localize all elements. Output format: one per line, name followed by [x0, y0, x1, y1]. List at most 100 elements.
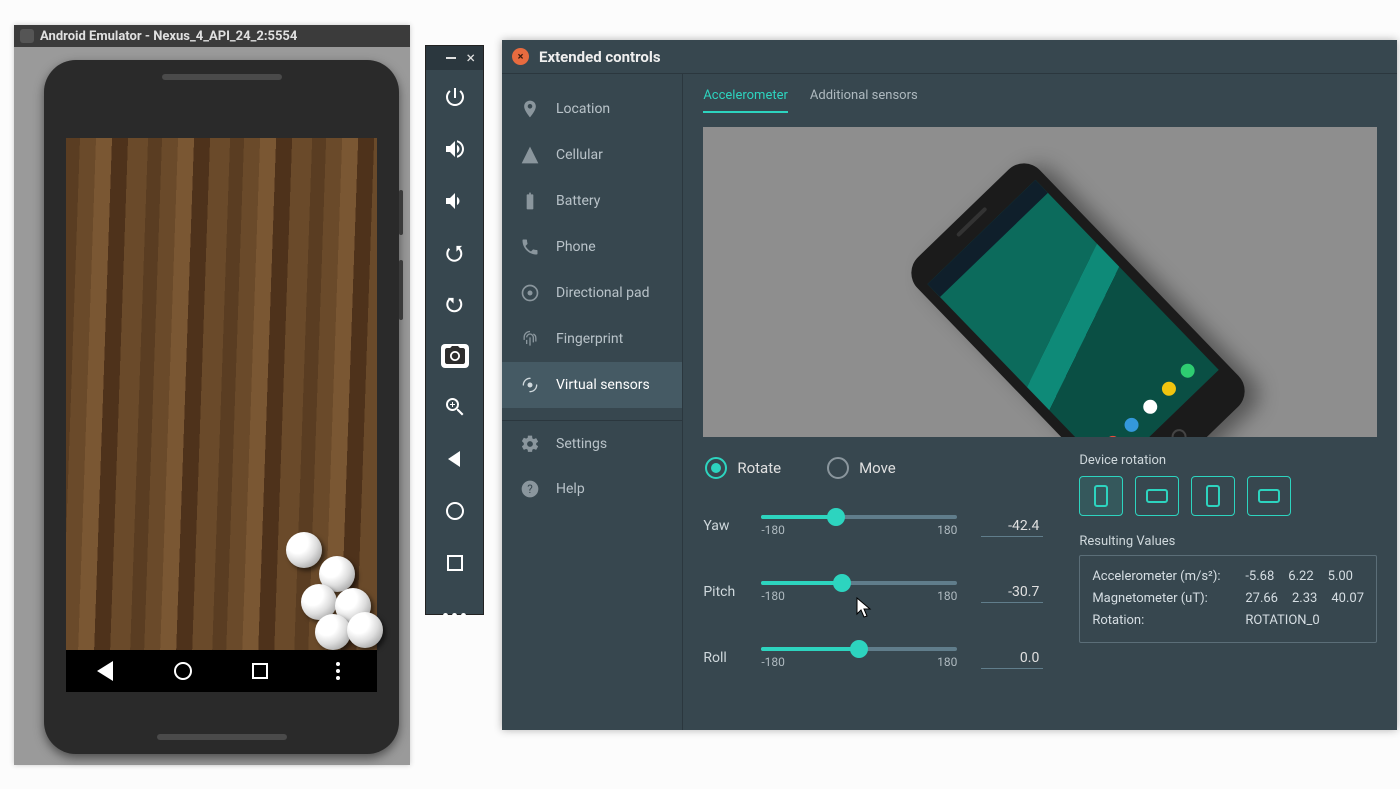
- mode-move-radio[interactable]: Move: [827, 457, 896, 479]
- roll-slider: Roll -180 180 0.0: [703, 625, 1043, 691]
- slider-max: 180: [937, 655, 957, 669]
- slider-min: -180: [761, 655, 785, 669]
- close-button[interactable]: ×: [466, 50, 475, 66]
- slider-max: 180: [937, 589, 957, 603]
- back-icon[interactable]: [442, 446, 468, 472]
- nav-label: Phone: [556, 239, 596, 255]
- screenshot-icon[interactable]: [441, 344, 469, 368]
- nav-home-button[interactable]: [173, 661, 193, 681]
- device-rotation-label: Device rotation: [1079, 453, 1377, 468]
- pitch-track[interactable]: [761, 581, 957, 585]
- location-icon: [520, 99, 540, 119]
- extended-title: Extended controls: [539, 48, 661, 66]
- nav-label: Battery: [556, 193, 600, 209]
- mag-y: 2.33: [1292, 588, 1317, 610]
- yaw-track[interactable]: [761, 515, 957, 519]
- yaw-slider: Yaw -180 180 -42.4: [703, 493, 1043, 559]
- sensors-icon: [520, 375, 540, 395]
- tab-additional-sensors[interactable]: Additional sensors: [810, 88, 918, 113]
- device-screen[interactable]: [66, 138, 377, 692]
- rotate-left-icon[interactable]: [442, 240, 468, 266]
- rot-value: ROTATION_0: [1245, 610, 1319, 632]
- settings-icon: [520, 434, 540, 454]
- slider-min: -180: [761, 589, 785, 603]
- roll-thumb[interactable]: [850, 640, 868, 658]
- nav-label: Virtual sensors: [556, 377, 650, 393]
- nav-back-button[interactable]: [95, 661, 115, 681]
- phone-icon: [520, 237, 540, 257]
- roll-value[interactable]: 0.0: [981, 648, 1043, 669]
- device-side-button: [399, 260, 403, 320]
- mag-label: Magnetometer (uT):: [1092, 588, 1237, 610]
- window-icon: [20, 29, 34, 43]
- app-surface[interactable]: [66, 138, 377, 650]
- volume-up-icon[interactable]: [442, 136, 468, 162]
- nav-label: Directional pad: [556, 285, 650, 301]
- radio-label: Rotate: [737, 459, 781, 477]
- accel-label: Accelerometer (m/s²):: [1092, 566, 1237, 588]
- rotation-portrait-button[interactable]: [1079, 476, 1123, 516]
- rotate-right-icon[interactable]: [442, 292, 468, 318]
- rotation-landscape-button[interactable]: [1135, 476, 1179, 516]
- pitch-value[interactable]: -30.7: [981, 582, 1043, 603]
- accel-y: 6.22: [1288, 566, 1313, 588]
- power-icon[interactable]: [442, 84, 468, 110]
- nav-label: Cellular: [556, 147, 603, 163]
- yaw-thumb[interactable]: [827, 508, 845, 526]
- close-icon[interactable]: ×: [512, 48, 529, 65]
- results-title: Resulting Values: [1079, 534, 1377, 549]
- nav-cellular[interactable]: Cellular: [502, 132, 682, 178]
- nav-battery[interactable]: Battery: [502, 178, 682, 224]
- rotation-portrait-rev-button[interactable]: [1191, 476, 1235, 516]
- nav-label: Fingerprint: [556, 331, 623, 347]
- volume-down-icon[interactable]: [442, 188, 468, 214]
- minimize-button[interactable]: [446, 57, 456, 59]
- dpad-icon: [520, 283, 540, 303]
- home-icon[interactable]: [442, 498, 468, 524]
- nav-phone[interactable]: Phone: [502, 224, 682, 270]
- nav-label: Help: [556, 481, 585, 497]
- emulator-titlebar[interactable]: Android Emulator - Nexus_4_API_24_2:5554: [14, 25, 410, 47]
- emulator-side-toolbar: ×: [425, 45, 484, 615]
- mag-z: 40.07: [1331, 588, 1364, 610]
- preview-phone: [903, 154, 1255, 437]
- nav-fingerprint[interactable]: Fingerprint: [502, 316, 682, 362]
- nav-label: Location: [556, 101, 610, 117]
- device-frame: [44, 60, 399, 754]
- tab-accelerometer[interactable]: Accelerometer: [703, 88, 788, 113]
- rotation-landscape-rev-button[interactable]: [1247, 476, 1291, 516]
- more-icon[interactable]: [442, 602, 468, 628]
- nav-help[interactable]: ? Help: [502, 466, 682, 512]
- cellular-icon: [520, 145, 540, 165]
- nav-dpad[interactable]: Directional pad: [502, 270, 682, 316]
- ball: [286, 532, 322, 568]
- roll-track[interactable]: [761, 647, 957, 651]
- nav-location[interactable]: Location: [502, 86, 682, 132]
- ball: [347, 612, 383, 648]
- accel-z: 5.00: [1328, 566, 1353, 588]
- extended-controls-window: × Extended controls Location Cellular Ba…: [502, 40, 1397, 730]
- results-box: Accelerometer (m/s²): -5.68 6.22 5.00 Ma…: [1079, 555, 1377, 643]
- zoom-icon[interactable]: [442, 394, 468, 420]
- nav-virtual-sensors[interactable]: Virtual sensors: [502, 362, 682, 408]
- results-panel: Device rotation Resulting Values Acceler…: [1043, 453, 1377, 691]
- emulator-title: Android Emulator - Nexus_4_API_24_2:5554: [40, 29, 297, 44]
- nav-label: Settings: [556, 436, 607, 452]
- nav-settings[interactable]: Settings: [502, 420, 682, 466]
- extended-titlebar[interactable]: × Extended controls: [502, 40, 1397, 74]
- recents-icon[interactable]: [442, 550, 468, 576]
- fingerprint-icon: [520, 329, 540, 349]
- nav-menu-button[interactable]: [328, 661, 348, 681]
- ball: [315, 614, 351, 650]
- yaw-value[interactable]: -42.4: [981, 516, 1043, 537]
- mode-rotate-radio[interactable]: Rotate: [705, 457, 781, 479]
- sensor-tabs: Accelerometer Additional sensors: [703, 88, 1377, 113]
- device-3d-preview[interactable]: [703, 127, 1377, 437]
- device-side-button-2: [399, 190, 403, 235]
- slider-min: -180: [761, 523, 785, 537]
- help-icon: ?: [520, 479, 540, 499]
- nav-recents-button[interactable]: [250, 661, 270, 681]
- battery-icon: [520, 191, 540, 211]
- pitch-thumb[interactable]: [833, 574, 851, 592]
- radio-label: Move: [859, 459, 896, 477]
